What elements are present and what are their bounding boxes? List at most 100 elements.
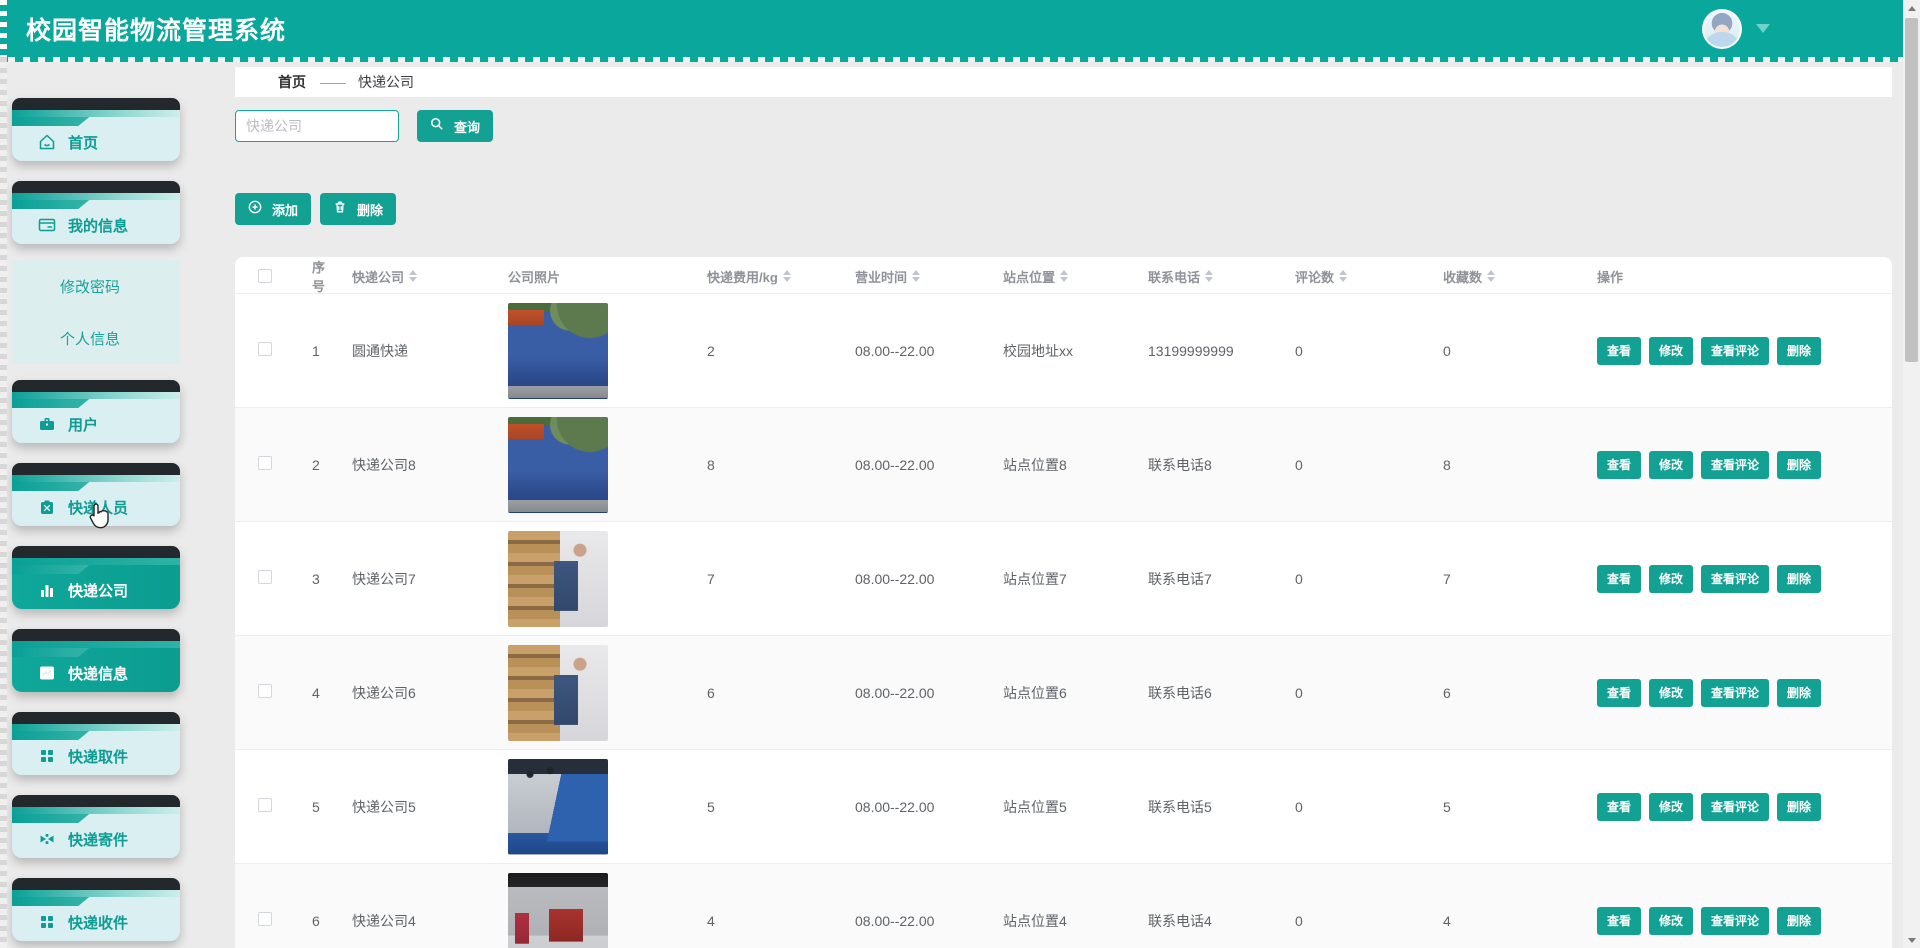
sidebar-item-user[interactable]: 用户 [12, 380, 180, 443]
table-body: 1圆通快递208.00--22.00校园地址xx1319999999900查看修… [235, 294, 1892, 948]
row-checkbox[interactable] [258, 342, 272, 356]
company-photo-blue-storefront[interactable] [508, 417, 608, 513]
sidebar-item-label: 首页 [68, 132, 98, 153]
card-accent-strip [12, 392, 180, 399]
select-all-checkbox[interactable] [258, 269, 272, 283]
cell-fee: 2 [692, 343, 840, 359]
scrollbar-thumb[interactable] [1905, 18, 1918, 362]
row-checkbox[interactable] [258, 798, 272, 812]
view-button[interactable]: 查看 [1597, 907, 1641, 935]
cell-index: 3 [297, 571, 337, 587]
view-comments-button[interactable]: 查看评论 [1701, 793, 1769, 821]
card-top-strip [12, 878, 180, 890]
delete-row-button[interactable]: 删除 [1777, 565, 1821, 593]
add-button[interactable]: 添加 [235, 193, 311, 225]
sort-icon[interactable] [1205, 270, 1213, 282]
sidebar-item-my-info[interactable]: 我的信息 [12, 181, 180, 244]
view-comments-button[interactable]: 查看评论 [1701, 451, 1769, 479]
view-button[interactable]: 查看 [1597, 337, 1641, 365]
sidebar-item-courier-receive[interactable]: 快递收件 [12, 878, 180, 941]
delete-row-button[interactable]: 删除 [1777, 907, 1821, 935]
sidebar-item-label: 用户 [68, 414, 98, 435]
grid-icon [38, 913, 56, 931]
cell-favorites: 0 [1428, 343, 1582, 359]
sidebar-item-label: 快递人员 [68, 497, 128, 518]
sidebar-item-courier-company[interactable]: 快递公司 [12, 546, 180, 609]
sort-icon[interactable] [912, 270, 920, 282]
row-checkbox[interactable] [258, 684, 272, 698]
view-comments-button[interactable]: 查看评论 [1701, 565, 1769, 593]
breadcrumb-home[interactable]: 首页 [278, 72, 306, 92]
breadcrumb-separator: —— [320, 74, 344, 90]
cell-fee: 6 [692, 685, 840, 701]
view-comments-button[interactable]: 查看评论 [1701, 907, 1769, 935]
search-button-label: 查询 [454, 117, 480, 136]
scroll-up-arrow[interactable] [1903, 0, 1920, 16]
column-header: 收藏数 [1443, 267, 1482, 286]
cell-favorites: 5 [1428, 799, 1582, 815]
page-scrollbar[interactable] [1903, 0, 1920, 948]
breadcrumb-current: 快递公司 [358, 72, 414, 92]
company-photo-warehouse-shelf[interactable] [508, 645, 608, 741]
delete-row-button[interactable]: 删除 [1777, 337, 1821, 365]
row-checkbox[interactable] [258, 912, 272, 926]
user-avatar[interactable] [1702, 9, 1742, 49]
table-row: 2快递公司8808.00--22.00站点位置8联系电话808查看修改查看评论删… [235, 408, 1892, 522]
view-button[interactable]: 查看 [1597, 565, 1641, 593]
card-accent-strip [12, 475, 180, 482]
edit-button[interactable]: 修改 [1649, 565, 1693, 593]
company-photo-store-interior-blue[interactable] [508, 759, 608, 855]
card-top-strip [12, 795, 180, 807]
card-accent-strip [12, 641, 180, 648]
search-button[interactable]: 查询 [417, 110, 493, 142]
cell-hours: 08.00--22.00 [840, 913, 988, 929]
company-photo-blue-storefront[interactable] [508, 303, 608, 399]
app-title: 校园智能物流管理系统 [26, 11, 286, 47]
sort-icon[interactable] [1339, 270, 1347, 282]
view-comments-button[interactable]: 查看评论 [1701, 679, 1769, 707]
table-header-row: 序号快递公司公司照片快递费用/kg营业时间站点位置联系电话评论数收藏数操作 [235, 257, 1892, 294]
sort-icon[interactable] [1060, 270, 1068, 282]
row-checkbox[interactable] [258, 570, 272, 584]
sort-icon[interactable] [1487, 270, 1495, 282]
column-header: 操作 [1597, 267, 1623, 286]
delete-row-button[interactable]: 删除 [1777, 679, 1821, 707]
view-comments-button[interactable]: 查看评论 [1701, 337, 1769, 365]
scroll-down-arrow[interactable] [1903, 932, 1920, 948]
column-header: 站点位置 [1003, 267, 1055, 286]
edit-button[interactable]: 修改 [1649, 451, 1693, 479]
sort-icon[interactable] [409, 270, 417, 282]
delete-row-button[interactable]: 删除 [1777, 451, 1821, 479]
sidebar-item-courier-send[interactable]: 快递寄件 [12, 795, 180, 858]
edit-button[interactable]: 修改 [1649, 337, 1693, 365]
sidebar-item-courier-staff[interactable]: 快递人员 [12, 463, 180, 526]
edit-button[interactable]: 修改 [1649, 793, 1693, 821]
sort-icon[interactable] [783, 270, 791, 282]
view-button[interactable]: 查看 [1597, 793, 1641, 821]
company-photo-store-interior-red[interactable] [508, 873, 608, 948]
cell-hours: 08.00--22.00 [840, 343, 988, 359]
view-button[interactable]: 查看 [1597, 679, 1641, 707]
trash-icon [333, 200, 351, 218]
cell-fee: 4 [692, 913, 840, 929]
cell-site: 站点位置7 [988, 569, 1133, 589]
sidebar-subitem-personal-info[interactable]: 个人信息 [12, 312, 180, 364]
sidebar-subitem-change-password[interactable]: 修改密码 [12, 260, 180, 312]
sidebar-item-courier-pickup[interactable]: 快递取件 [12, 712, 180, 775]
chevron-down-icon[interactable] [1756, 24, 1770, 33]
table-row: 1圆通快递208.00--22.00校园地址xx1319999999900查看修… [235, 294, 1892, 408]
column-header: 评论数 [1295, 267, 1334, 286]
cell-hours: 08.00--22.00 [840, 685, 988, 701]
sidebar-item-home[interactable]: 首页 [12, 98, 180, 161]
cell-index: 2 [297, 457, 337, 473]
sidebar-item-courier-info[interactable]: 快递信息 [12, 629, 180, 692]
edit-button[interactable]: 修改 [1649, 907, 1693, 935]
row-checkbox[interactable] [258, 456, 272, 470]
delete-button[interactable]: 删除 [320, 193, 396, 225]
search-input[interactable] [235, 110, 399, 142]
view-button[interactable]: 查看 [1597, 451, 1641, 479]
column-header: 快递公司 [352, 267, 404, 286]
edit-button[interactable]: 修改 [1649, 679, 1693, 707]
delete-row-button[interactable]: 删除 [1777, 793, 1821, 821]
company-photo-warehouse-shelf[interactable] [508, 531, 608, 627]
